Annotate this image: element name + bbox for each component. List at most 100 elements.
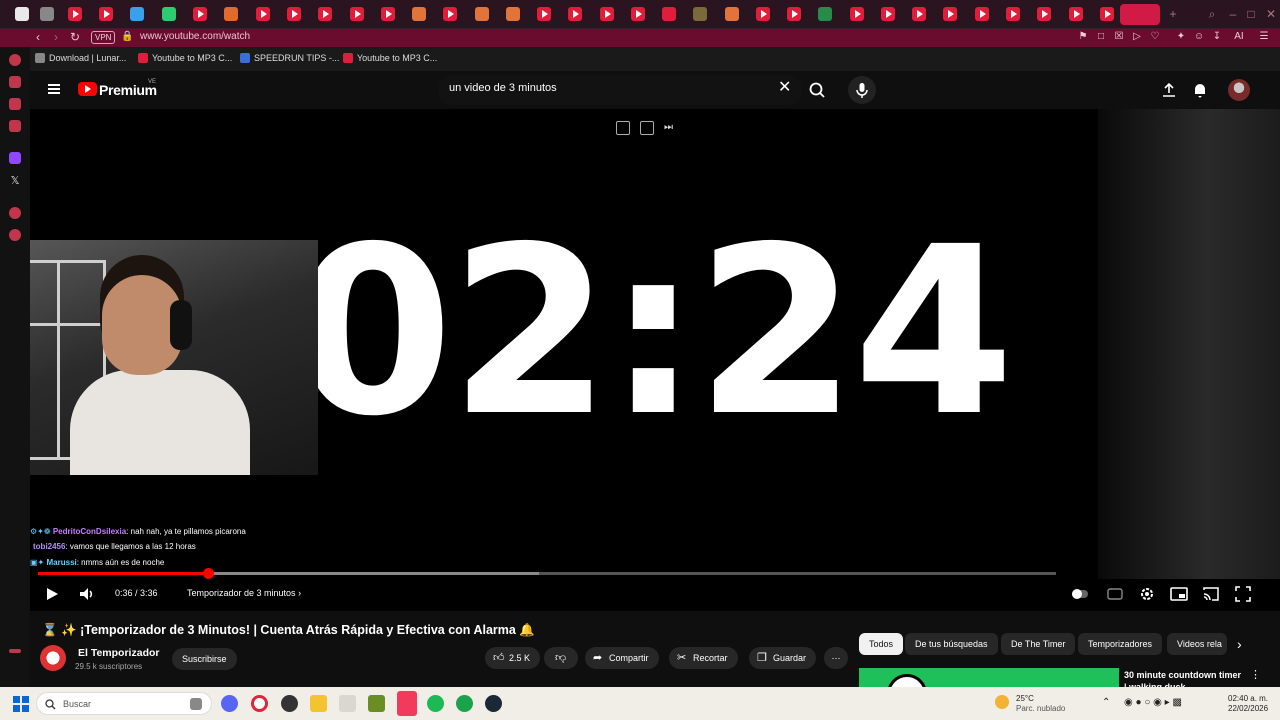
bookmark-icon[interactable]: ⚑ — [1077, 31, 1089, 43]
share-button[interactable]: ➦ Compartir — [585, 647, 659, 669]
profile-icon[interactable]: ☺ — [1193, 31, 1205, 43]
app-taskbar-icon[interactable] — [281, 695, 298, 712]
weather-temp[interactable]: 25°C — [1016, 694, 1034, 703]
aria-ai-icon[interactable]: AI — [1229, 31, 1249, 43]
task-view-icon[interactable] — [190, 698, 202, 710]
browser-tab[interactable] — [912, 7, 926, 21]
volume-button[interactable] — [78, 584, 96, 604]
heart-icon[interactable]: ♡ — [1149, 31, 1161, 43]
upload-icon[interactable] — [1160, 81, 1178, 99]
subtitles-icon[interactable] — [1107, 584, 1123, 604]
browser-tab[interactable] — [943, 7, 957, 21]
search-button[interactable] — [802, 75, 832, 105]
next-icon[interactable]: ⏭ — [664, 121, 678, 135]
sidebar-more-icon[interactable] — [9, 649, 21, 653]
tray-chevron-icon[interactable]: ⌃ — [1102, 697, 1110, 708]
browser-tab[interactable] — [350, 7, 364, 21]
browser-tab[interactable] — [475, 7, 489, 21]
save-button[interactable]: ❐ Guardar — [749, 647, 817, 669]
autoplay-toggle[interactable] — [1070, 584, 1090, 604]
chip-timers[interactable]: Temporizadores — [1078, 633, 1163, 655]
voice-search-button[interactable] — [848, 76, 876, 104]
weather-desc[interactable]: Parc. nublado — [1016, 704, 1065, 713]
youtube-logo-icon[interactable] — [78, 82, 97, 96]
more-vertical-icon[interactable]: ⋮ — [1250, 668, 1261, 681]
browser-tab[interactable] — [1037, 7, 1051, 21]
account-avatar[interactable] — [1228, 79, 1250, 101]
adblock-icon[interactable]: ☒ — [1113, 31, 1125, 43]
tray-app-icons[interactable]: ◉ ● ○ ◉ ▸ ▩ — [1124, 697, 1182, 708]
clock-time[interactable]: 02:40 a. m. — [1228, 694, 1268, 703]
spotify-icon[interactable] — [427, 695, 444, 712]
active-app-icon[interactable] — [397, 691, 417, 716]
browser-tab[interactable] — [787, 7, 801, 21]
maximize-icon[interactable]: □ — [1244, 7, 1258, 21]
sidebar-app-icon[interactable] — [9, 207, 21, 219]
close-icon[interactable]: ✕ — [1264, 7, 1278, 21]
browser-tab[interactable] — [99, 7, 113, 21]
progress-bar[interactable] — [38, 568, 1056, 579]
clip-button[interactable]: ✂ Recortar — [669, 647, 738, 669]
next-video-thumbnail[interactable] — [859, 668, 1119, 687]
sidebar-app-icon[interactable] — [9, 229, 21, 241]
more-actions-button[interactable]: ⋯ — [824, 647, 848, 669]
like-button[interactable]: 👍︎ 2.5 K — [485, 647, 541, 669]
back-icon[interactable]: ‹ — [36, 30, 40, 44]
clock-date[interactable]: 22/02/2026 — [1228, 704, 1268, 713]
bookmark-item[interactable]: SPEEDRUN TIPS -... — [240, 53, 339, 63]
bookmark-item[interactable]: Youtube to MP3 C... — [343, 53, 437, 63]
forward-icon[interactable]: › — [54, 30, 58, 44]
enter-icon[interactable] — [640, 121, 654, 135]
channel-avatar[interactable] — [40, 645, 66, 671]
browser-tab[interactable] — [68, 7, 82, 21]
reload-icon[interactable]: ↻ — [70, 30, 80, 44]
app-taskbar-icon[interactable] — [339, 695, 356, 712]
browser-tab[interactable] — [130, 7, 144, 21]
browser-tab[interactable] — [631, 7, 645, 21]
browser-tab[interactable] — [818, 7, 832, 21]
bookmark-item[interactable]: Youtube to MP3 C... — [138, 53, 232, 63]
url-field[interactable]: www.youtube.com/watch — [140, 31, 250, 42]
browser-tab[interactable] — [15, 7, 29, 21]
browser-tab[interactable] — [1100, 7, 1114, 21]
browser-tab[interactable] — [1006, 7, 1020, 21]
browser-tab[interactable] — [381, 7, 395, 21]
browser-tab[interactable] — [568, 7, 582, 21]
video-player[interactable]: 02:24 ⏭ ⚙✦❁ PedritoConDsilexia: nah nah,… — [30, 109, 1280, 611]
dislike-button[interactable]: 👎︎ — [544, 647, 578, 669]
subscribe-button[interactable]: Suscribirse — [172, 648, 237, 670]
browser-tab[interactable] — [850, 7, 864, 21]
browser-tab[interactable] — [443, 7, 457, 21]
scrubber-handle[interactable] — [202, 568, 214, 579]
miniplayer-icon[interactable] — [616, 121, 630, 135]
chip-from-channel[interactable]: De The Timer — [1001, 633, 1076, 655]
extensions-icon[interactable]: ✦ — [1175, 31, 1187, 43]
opera-taskbar-icon[interactable] — [251, 695, 268, 712]
bookmark-item[interactable]: Download | Lunar... — [35, 53, 126, 63]
fullscreen-icon[interactable] — [1234, 584, 1252, 604]
sidebar-app-icon[interactable] — [9, 98, 21, 110]
chip-from-searches[interactable]: De tus búsquedas — [905, 633, 998, 655]
tab-search-icon[interactable]: ⌕ — [1205, 7, 1219, 21]
browser-tab[interactable] — [881, 7, 895, 21]
file-explorer-icon[interactable] — [310, 695, 327, 712]
browser-tab[interactable] — [693, 7, 707, 21]
discord-icon[interactable] — [221, 695, 238, 712]
browser-tab[interactable] — [193, 7, 207, 21]
browser-tab[interactable] — [1069, 7, 1083, 21]
miniplayer-button[interactable] — [1170, 584, 1188, 604]
windows-start-icon[interactable] — [13, 696, 29, 712]
browser-tab[interactable] — [600, 7, 614, 21]
browser-tab[interactable] — [506, 7, 520, 21]
browser-tab[interactable] — [162, 7, 176, 21]
browser-tab[interactable] — [40, 7, 54, 21]
channel-name[interactable]: El Temporizador — [78, 647, 159, 659]
play-icon[interactable]: ▷ — [1131, 31, 1143, 43]
cast-icon[interactable] — [1202, 584, 1220, 604]
sidebar-app-icon[interactable] — [9, 76, 21, 88]
xbox-icon[interactable] — [456, 695, 473, 712]
play-button[interactable] — [44, 584, 60, 604]
chip-all[interactable]: Todos — [859, 633, 904, 655]
guide-menu-icon[interactable] — [48, 84, 60, 94]
menu-icon[interactable]: ☰ — [1258, 31, 1270, 43]
